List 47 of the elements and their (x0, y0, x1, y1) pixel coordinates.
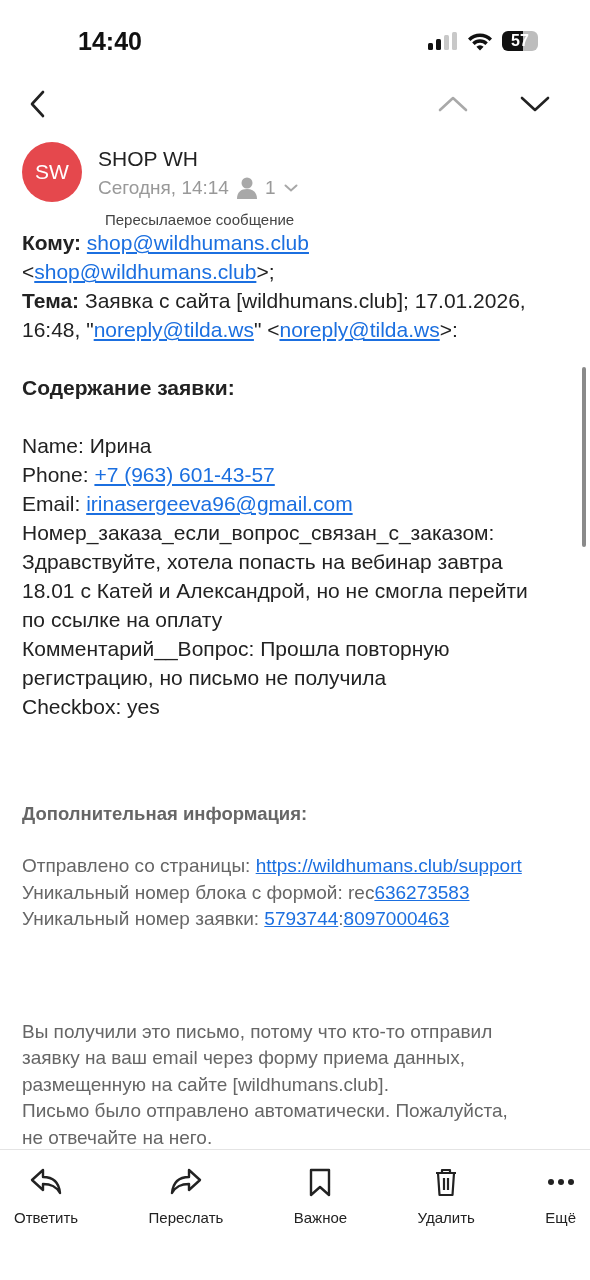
scrollbar[interactable] (582, 367, 586, 547)
sender-name: SHOP WH (98, 147, 199, 171)
body-text: Email: irinasergeeva96@gmail.com (22, 491, 354, 517)
link[interactable]: https://wildhumans.club/support (255, 855, 522, 876)
body-text: Содержание заявки: (22, 375, 236, 401)
forward-icon (169, 1168, 202, 1196)
link[interactable]: shop@wildhumans.club (86, 231, 309, 254)
body-text: Комментарий__Вопрос: Прошла повторную регистрацию, но письмо не получила (22, 636, 451, 691)
back-icon[interactable] (30, 90, 46, 118)
body-text: Кому: shop@wildhumans.club <shop@wildhumans.club>; (22, 230, 310, 285)
section-title: Дополнительная информация: (22, 802, 309, 826)
body-text: Номер_заказа_если_вопрос_связан_с_заказом: Здравствуйте, хотела попасть на вебинар завтра 18.01 с Катей и Александрой, но не смогла перейти по ссылке на оплату (22, 520, 529, 633)
reply-icon (30, 1168, 63, 1196)
info-text: Уникальный номер заявки: 5793744:8097000463 (22, 907, 451, 931)
trash-icon (434, 1167, 459, 1197)
forward-button[interactable]: Переслать (142, 1162, 230, 1232)
link[interactable]: noreply@tilda.ws (93, 318, 254, 341)
wifi-icon (467, 31, 493, 51)
signal-icon (428, 32, 458, 50)
link[interactable]: noreply@tilda.ws (279, 318, 440, 341)
more-button[interactable]: Ещё (539, 1162, 582, 1232)
person-icon (236, 177, 257, 199)
body-text: Checkbox: yes (22, 694, 161, 720)
more-icon (546, 1178, 575, 1186)
chevron-down-icon[interactable] (520, 96, 550, 112)
link[interactable]: +7 (963) 601-43-57 (94, 463, 275, 486)
link[interactable]: 636273583 (374, 881, 470, 903)
link[interactable]: shop@wildhumans.club (34, 260, 257, 283)
link[interactable]: 8097000463 (343, 908, 450, 929)
footer-text: Письмо было отправлено автоматически. Пожалуйста, не отвечайте на него. (22, 1099, 509, 1149)
info-text: Уникальный номер блока с формой: rec636273583 (22, 880, 471, 905)
reply-button[interactable]: Ответить (8, 1162, 85, 1232)
recipient-count[interactable]: 1 (264, 177, 276, 199)
forwarded-label: Пересылаемое сообщение (105, 212, 295, 228)
body-text: Name: Ирина (22, 433, 153, 459)
body-text: Phone: +7 (963) 601-43-57 (22, 462, 276, 488)
bookmark-button[interactable]: Важное (287, 1162, 354, 1232)
message-date: Сегодня, 14:14 (98, 177, 229, 199)
delete-button[interactable]: Удалить (411, 1162, 481, 1232)
sender-avatar: SW (22, 142, 82, 202)
link[interactable]: 5793744 (264, 908, 339, 929)
bookmark-icon (308, 1167, 333, 1197)
link[interactable]: irinasergeeva96@gmail.com (86, 492, 353, 515)
info-text: Отправлено со страницы: https://wildhumans.club/support (22, 854, 523, 878)
body-text: Тема: Заявка с сайта [wildhumans.club]; 17.01.2026, 16:48, "noreply@tilda.ws" <noreply@tilda.ws>: (22, 288, 527, 343)
status-time: 14:40 (78, 26, 142, 56)
footer-text: Вы получили это письмо, потому что кто-то отправил заявку на ваш email через форму приема данных, размещенную на сайте [wildhumans.club]. (22, 1019, 494, 1097)
